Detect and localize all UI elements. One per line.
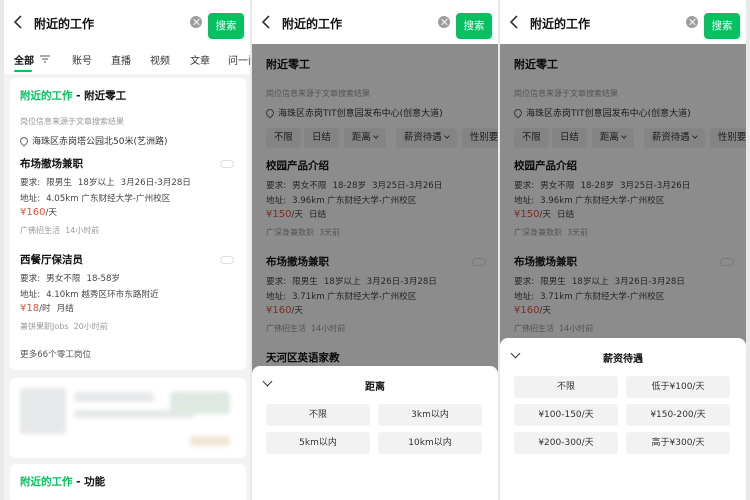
- search-button[interactable]: 搜索: [208, 13, 244, 39]
- option-150-200[interactable]: ¥150-200/天: [626, 404, 730, 426]
- tab-accounts[interactable]: 账号: [72, 52, 92, 67]
- blurred-thumbnail: [20, 388, 66, 434]
- filter-icon[interactable]: [40, 55, 50, 63]
- card-title[interactable]: 附近的工作 - 附近零工: [20, 88, 126, 103]
- card-title[interactable]: 附近的工作 - 功能: [20, 474, 105, 489]
- option-100-150[interactable]: ¥100-150/天: [514, 404, 618, 426]
- option-within-3km[interactable]: 3km以内: [378, 404, 482, 426]
- clear-icon[interactable]: [438, 16, 450, 28]
- source-note: 岗位信息来源于文章搜索结果: [20, 117, 124, 126]
- search-input[interactable]: 附近的工作: [28, 14, 208, 42]
- job-source: 广佛招生活 14小时前: [20, 226, 100, 235]
- job-price: ¥18/时 月结: [20, 303, 74, 314]
- distance-filter-panel: 附近的工作 搜索 附近零工 岗位信息来源于文章搜索结果 海珠区赤岗TIT创意园发…: [252, 0, 498, 500]
- result-tabs: 全部 账号 直播 视频 文章 问一问: [4, 44, 250, 74]
- job-price: ¥160/天: [20, 207, 57, 218]
- back-arrow-icon[interactable]: [10, 13, 28, 31]
- search-query: 附近的工作: [282, 17, 343, 31]
- option-within-5km[interactable]: 5km以内: [266, 432, 370, 454]
- more-options-icon[interactable]: [220, 160, 234, 168]
- tab-videos[interactable]: 视频: [150, 52, 170, 67]
- function-card: 附近的工作 - 功能: [10, 464, 246, 500]
- clear-icon[interactable]: [686, 16, 698, 28]
- search-bar: 附近的工作 搜索: [252, 0, 498, 44]
- salary-sheet: 薪资待遇 不限 低于¥100/天 ¥100-150/天 ¥150-200/天 ¥…: [500, 338, 746, 500]
- search-button[interactable]: 搜索: [456, 13, 492, 39]
- back-arrow-icon[interactable]: [506, 13, 524, 31]
- sheet-title: 距离: [365, 382, 385, 393]
- tab-live[interactable]: 直播: [111, 52, 131, 67]
- job-title[interactable]: 布场撤场兼职: [20, 156, 83, 171]
- search-bar: 附近的工作 搜索: [500, 0, 746, 44]
- salary-filter-panel: 附近的工作 搜索 附近零工 岗位信息来源于文章搜索结果 海珠区赤岗TIT创意园发…: [500, 0, 746, 500]
- sheet-title: 薪资待遇: [603, 354, 643, 365]
- search-input[interactable]: 附近的工作: [524, 14, 704, 42]
- tab-articles[interactable]: 文章: [190, 52, 210, 67]
- tab-ask[interactable]: 问一问: [228, 52, 250, 67]
- job-address: 地址: 4.10km 越秀区环市东路附近: [20, 290, 159, 300]
- more-options-icon[interactable]: [220, 256, 234, 264]
- option-within-10km[interactable]: 10km以内: [378, 432, 482, 454]
- option-below-100[interactable]: 低于¥100/天: [626, 376, 730, 398]
- job-requirements: 要求: 限男生 18岁以上 3月26日-3月28日: [20, 178, 191, 188]
- search-query: 附近的工作: [530, 17, 591, 31]
- job-address: 地址: 4.05km 广东财经大学-广州校区: [20, 194, 171, 204]
- search-results-panel: 附近的工作 搜索 全部 账号 直播 视频 文章 问一问 附近的工作 - 附近零工…: [4, 0, 250, 500]
- search-query: 附近的工作: [34, 17, 95, 31]
- option-above-300[interactable]: 高于¥300/天: [626, 432, 730, 454]
- blurred-button: [170, 392, 230, 414]
- location-row[interactable]: 海珠区赤岗塔公园北50米(艺洲路): [18, 134, 167, 147]
- more-gigs-link[interactable]: 更多66个零工岗位: [20, 348, 91, 360]
- job-title[interactable]: 西餐厅保洁员: [20, 252, 83, 267]
- job-requirements: 要求: 男女不限 18-58岁: [20, 274, 121, 284]
- blurred-result-card[interactable]: [10, 378, 246, 458]
- search-bar: 附近的工作 搜索: [4, 0, 250, 44]
- search-input[interactable]: 附近的工作: [276, 14, 456, 42]
- blurred-tag: [190, 436, 230, 446]
- back-arrow-icon[interactable]: [258, 13, 276, 31]
- option-200-300[interactable]: ¥200-300/天: [514, 432, 618, 454]
- clear-icon[interactable]: [190, 16, 202, 28]
- active-tab-indicator: [14, 70, 32, 72]
- job-source: 兼饼果职Jobs 20小时前: [20, 322, 108, 331]
- blurred-text: [74, 392, 154, 402]
- option-unlimited[interactable]: 不限: [514, 376, 618, 398]
- tab-all[interactable]: 全部: [14, 52, 34, 67]
- distance-sheet: 距离 不限 3km以内 5km以内 10km以内: [252, 366, 498, 500]
- option-unlimited[interactable]: 不限: [266, 404, 370, 426]
- location-pin-icon: [18, 135, 30, 147]
- nearby-gigs-card: 附近的工作 - 附近零工 岗位信息来源于文章搜索结果 海珠区赤岗塔公园北50米(…: [10, 78, 246, 370]
- search-button[interactable]: 搜索: [704, 13, 740, 39]
